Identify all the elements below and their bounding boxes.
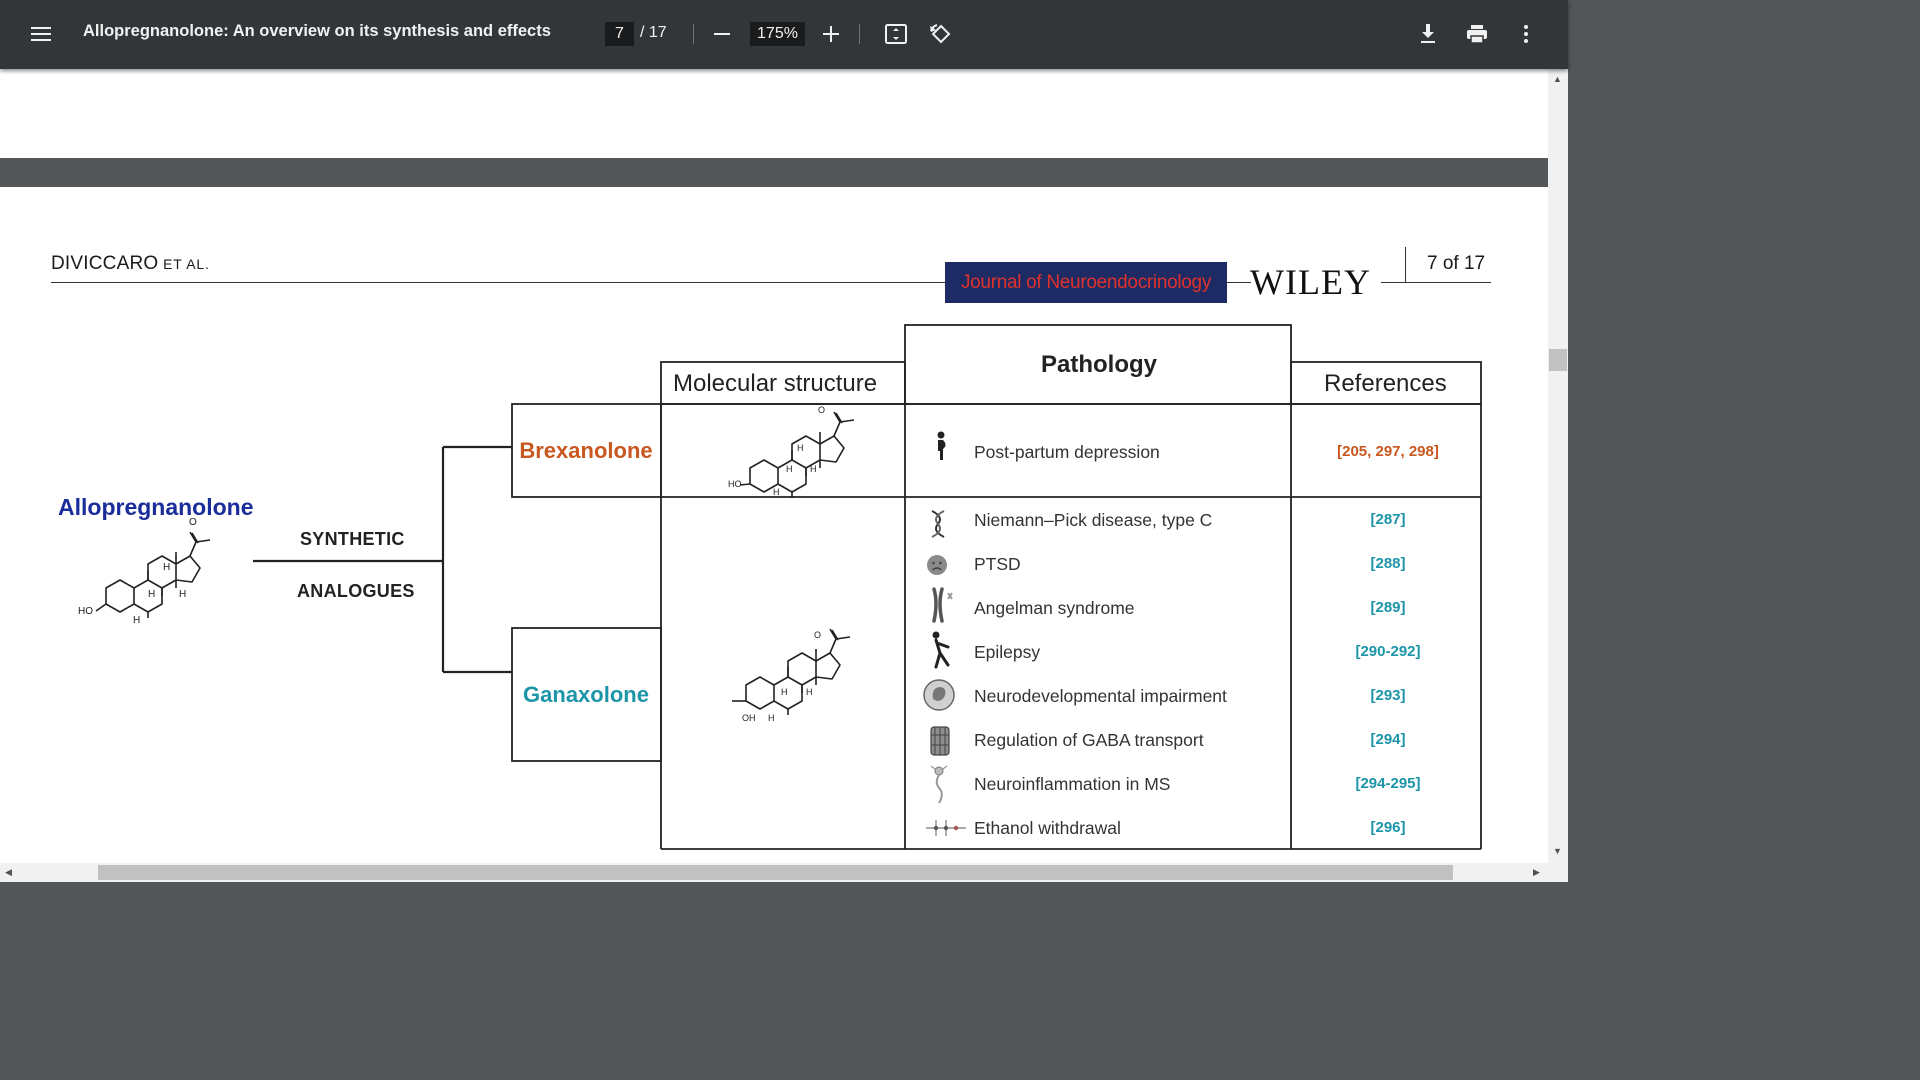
atom-label: H: [806, 687, 813, 697]
column-header-structure: Molecular structure: [673, 370, 878, 397]
atom-label: H: [797, 443, 804, 453]
reference-label: [290-292]: [1355, 643, 1421, 660]
scroll-right-arrow-icon[interactable]: ▶: [1533, 867, 1540, 877]
reference-label: [287]: [1370, 511, 1406, 528]
chromosome-icon: [932, 587, 953, 623]
print-icon[interactable]: [1466, 24, 1488, 44]
zoom-input[interactable]: [750, 22, 805, 46]
pathology-label: Neuroinflammation in MS: [974, 774, 1171, 794]
download-icon[interactable]: [1418, 23, 1438, 45]
pathology-label: Neurodevelopmental impairment: [974, 686, 1227, 706]
pathology-label: Angelman syndrome: [974, 598, 1135, 618]
atom-label: H: [768, 713, 775, 723]
reference-label: [294-295]: [1355, 775, 1421, 792]
fetus-icon: [923, 679, 955, 711]
scroll-left-arrow-icon[interactable]: ◀: [5, 867, 12, 877]
reference-label: [294]: [1370, 731, 1406, 748]
sad-face-icon: [927, 555, 947, 575]
atom-label: H: [179, 589, 187, 600]
column-header-pathology: Pathology: [1041, 351, 1158, 378]
vertical-scrollbar[interactable]: [1548, 69, 1568, 863]
page-total: / 17: [640, 24, 667, 41]
atom-label: H: [773, 487, 780, 497]
vertical-scroll-thumb[interactable]: [1549, 349, 1567, 371]
pregnant-woman-icon: [937, 431, 946, 460]
scroll-down-arrow-icon[interactable]: ▼: [1553, 846, 1562, 856]
scroll-up-arrow-icon[interactable]: ▲: [1553, 74, 1562, 84]
reference-label: [289]: [1370, 599, 1406, 616]
atom-label: O: [818, 405, 826, 415]
dna-icon: [931, 510, 945, 538]
branch-label: SYNTHETIC: [300, 529, 405, 549]
zoom-in-icon[interactable]: [822, 25, 840, 43]
ethanol-molecule-icon: [926, 820, 966, 836]
previous-page-bottom: [0, 69, 1548, 158]
rotate-icon[interactable]: [928, 22, 952, 46]
more-vert-icon[interactable]: [1520, 24, 1532, 44]
branch-label: ANALOGUES: [297, 581, 415, 601]
document-title: Allopregnanolone: An overview on its syn…: [83, 22, 551, 40]
atom-label: H: [786, 464, 793, 474]
column-header-references: References: [1324, 370, 1447, 397]
pdf-page: DIVICCARO ET AL. Journal of Neuroendocri…: [0, 187, 1548, 863]
reference-label: [205, 297, 298]: [1337, 443, 1439, 460]
menu-icon[interactable]: [30, 24, 52, 44]
pathology-label: PTSD: [974, 554, 1021, 574]
neuron-icon: [930, 765, 948, 804]
pathology-label: Epilepsy: [974, 642, 1041, 662]
atom-label: H: [810, 464, 817, 474]
atom-label: H: [148, 589, 156, 600]
drug-ganaxolone: Ganaxolone: [523, 682, 649, 707]
reference-label: [293]: [1370, 687, 1406, 704]
zoom-out-icon[interactable]: [713, 25, 731, 43]
atom-label: H: [133, 615, 141, 626]
atom-label: HO: [728, 479, 742, 489]
atom-label: H: [781, 687, 788, 697]
atom-label: H: [163, 562, 171, 573]
transporter-icon: [930, 726, 950, 756]
toolbar-separator: [693, 24, 694, 44]
falling-person-icon: [932, 631, 950, 669]
atom-label: OH: [742, 713, 756, 723]
scrollbar-corner: [1548, 863, 1568, 882]
pathology-label: Post-partum depression: [974, 442, 1160, 462]
page-number-input[interactable]: [605, 22, 634, 46]
atom-label: HO: [78, 606, 93, 617]
reference-label: [288]: [1370, 555, 1406, 572]
toolbar-separator: [859, 24, 860, 44]
parent-compound-label: Allopregnanolone: [58, 494, 254, 520]
horizontal-scroll-thumb[interactable]: [98, 865, 1453, 880]
pathology-label: Regulation of GABA transport: [974, 730, 1204, 750]
pathology-label: Niemann–Pick disease, type C: [974, 510, 1213, 530]
fit-page-icon[interactable]: [884, 23, 908, 45]
pdf-toolbar: Allopregnanolone: An overview on its syn…: [0, 0, 1568, 69]
pathology-label: Ethanol withdrawal: [974, 818, 1121, 838]
atom-label: O: [814, 630, 822, 640]
reference-label: [296]: [1370, 819, 1406, 836]
drug-brexanolone: Brexanolone: [519, 438, 653, 463]
